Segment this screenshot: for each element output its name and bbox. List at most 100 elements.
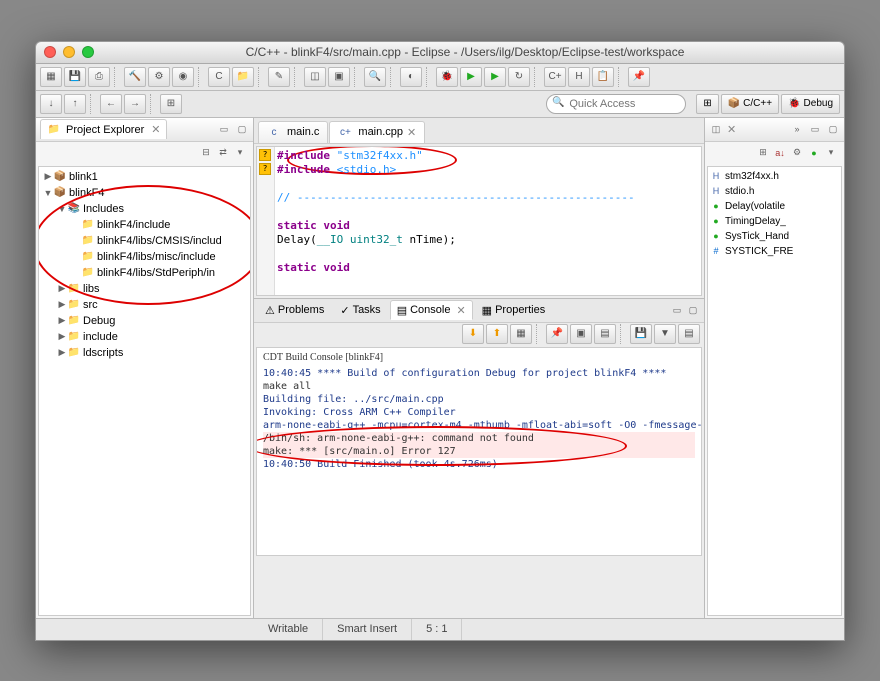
separator (620, 324, 626, 344)
zoom-window-button[interactable] (82, 46, 94, 58)
outline-item[interactable]: ●TimingDelay_ (710, 214, 839, 229)
scroll-lock-button[interactable]: ⬇ (462, 324, 484, 344)
open-task-button[interactable]: 📋 (592, 67, 614, 87)
build-target-button[interactable]: ◉ (172, 67, 194, 87)
tab-tasks[interactable]: ✓Tasks (333, 300, 387, 320)
quick-access-input[interactable] (546, 94, 686, 114)
new-folder-button[interactable]: 📁 (232, 67, 254, 87)
minimize-view-button[interactable]: ▭ (808, 122, 822, 136)
hide-static-button[interactable]: ● (807, 146, 821, 160)
src-folder[interactable]: ▶📁src (39, 297, 250, 313)
display-console-button[interactable]: ▣ (570, 324, 592, 344)
alpha-sort-button[interactable]: a↓ (773, 146, 787, 160)
save-all-button[interactable]: ⎙ (88, 67, 110, 87)
close-icon[interactable]: ✕ (727, 123, 736, 136)
pin-button[interactable]: 📌 (628, 67, 650, 87)
open-type-button[interactable]: ◫ (304, 67, 326, 87)
collapse-all-button[interactable]: ⊟ (199, 146, 213, 160)
debug-folder[interactable]: ▶📁Debug (39, 313, 250, 329)
close-icon[interactable]: ✕ (151, 123, 160, 136)
include-path-3[interactable]: 📁blinkF4/libs/StdPeriph/in (39, 265, 250, 281)
outline-item[interactable]: #SYSTICK_FRE (710, 244, 839, 259)
new-class-button[interactable]: C (208, 67, 230, 87)
pin-console-button[interactable]: 📌 (546, 324, 568, 344)
tab-properties[interactable]: ▦Properties (475, 300, 553, 320)
include-folder[interactable]: ▶📁include (39, 329, 250, 345)
view-more-button[interactable]: » (790, 122, 804, 136)
maximize-view-button[interactable]: ▢ (235, 122, 249, 136)
include-path-2[interactable]: 📁blinkF4/libs/misc/include (39, 249, 250, 265)
new-header-button[interactable]: H (568, 67, 590, 87)
project-blinkf4[interactable]: ▼📦blinkF4 (39, 185, 250, 201)
project-blink1[interactable]: ▶📦blink1 (39, 169, 250, 185)
view-menu-button[interactable]: ▾ (233, 146, 247, 160)
run-last-button[interactable]: ↻ (508, 67, 530, 87)
minimize-window-button[interactable] (63, 46, 75, 58)
open-element-button[interactable]: ▣ (328, 67, 350, 87)
open-console-button[interactable]: ▤ (594, 324, 616, 344)
minimize-view-button[interactable]: ▭ (217, 122, 231, 136)
tab-console[interactable]: ▤Console✕ (390, 300, 473, 320)
maximize-view-button[interactable]: ▢ (826, 122, 840, 136)
search-button[interactable]: 🔍 (364, 67, 386, 87)
annotate-button[interactable]: ◐ (400, 67, 422, 87)
outline-item[interactable]: Hstdio.h (710, 184, 839, 199)
ldscripts-folder[interactable]: ▶📁ldscripts (39, 345, 250, 361)
include-path-1[interactable]: 📁blinkF4/libs/CMSIS/includ (39, 233, 250, 249)
switch-console-button[interactable]: ▼ (654, 324, 676, 344)
save-console-button[interactable]: 💾 (630, 324, 652, 344)
close-icon[interactable]: ✕ (407, 126, 416, 139)
console-output[interactable]: CDT Build Console [blinkF4] 10:40:45 ***… (256, 347, 702, 556)
warning-marker[interactable]: ? (259, 163, 271, 175)
new-console-button[interactable]: ▤ (678, 324, 700, 344)
tab-problems[interactable]: ⚠Problems (258, 300, 331, 320)
maximize-view-button[interactable]: ▢ (686, 303, 700, 317)
console-line: make all (263, 380, 695, 393)
new-cpp-button[interactable]: C+ (544, 67, 566, 87)
editor-area[interactable]: ? ? #include "stm32f4xx.h" #include <std… (256, 146, 702, 296)
show-error-button[interactable]: ⬆ (486, 324, 508, 344)
header-icon: H (710, 170, 722, 182)
open-perspective-button[interactable]: ⊞ (696, 94, 718, 114)
traffic-lights (44, 46, 94, 58)
include-folder-icon: 📁 (81, 266, 95, 280)
close-window-button[interactable] (44, 46, 56, 58)
menu-button[interactable]: ▾ (824, 146, 838, 160)
cpp-perspective-button[interactable]: 📦C/C++ (721, 94, 779, 114)
tab-main-c[interactable]: cmain.c (258, 121, 328, 143)
close-icon[interactable]: ✕ (456, 304, 465, 317)
link-editor-button[interactable]: ⇄ (216, 146, 230, 160)
outline-item[interactable]: ●SysTick_Hand (710, 229, 839, 244)
separator (618, 67, 624, 87)
back-button[interactable]: ← (100, 94, 122, 114)
libs-folder[interactable]: ▶📁libs (39, 281, 250, 297)
save-button[interactable]: 💾 (64, 67, 86, 87)
perspective-switcher: ⊞ 📦C/C++ 🐞Debug (696, 94, 840, 114)
forward-button[interactable]: → (124, 94, 146, 114)
hide-fields-button[interactable]: ⚙ (790, 146, 804, 160)
outline-item[interactable]: ●Delay(volatile (710, 199, 839, 214)
sort-button[interactable]: ⊞ (756, 146, 770, 160)
project-explorer-toolbar: ⊟ ⇄ ▾ (36, 142, 253, 164)
project-explorer-tab[interactable]: 📁 Project Explorer ✕ (40, 119, 167, 139)
c-file-icon: c (267, 125, 281, 139)
warning-marker[interactable]: ? (259, 149, 271, 161)
toggle-mark-button[interactable]: ✎ (268, 67, 290, 87)
build-button[interactable]: 🔨 (124, 67, 146, 87)
includes-node[interactable]: ▼📚Includes (39, 201, 250, 217)
debug-perspective-button[interactable]: 🐞Debug (781, 94, 840, 114)
run-button[interactable]: ▶ (460, 67, 482, 87)
build-config-button[interactable]: ⚙ (148, 67, 170, 87)
minimize-view-button[interactable]: ▭ (670, 303, 684, 317)
clear-console-button[interactable]: ▦ (510, 324, 532, 344)
tab-main-cpp[interactable]: c+main.cpp✕ (329, 121, 425, 143)
debug-button[interactable]: 🐞 (436, 67, 458, 87)
next-annotation-button[interactable]: ↓ (40, 94, 62, 114)
outline-item[interactable]: Hstm32f4xx.h (710, 169, 839, 184)
include-path-0[interactable]: 📁blinkF4/include (39, 217, 250, 233)
prev-annotation-button[interactable]: ↑ (64, 94, 86, 114)
new-button[interactable]: ▦ (40, 67, 62, 87)
profile-button[interactable]: ▶ (484, 67, 506, 87)
editor-presentation-button[interactable]: ⊞ (160, 94, 182, 114)
editor-content[interactable]: #include "stm32f4xx.h" #include <stdio.h… (277, 149, 699, 275)
